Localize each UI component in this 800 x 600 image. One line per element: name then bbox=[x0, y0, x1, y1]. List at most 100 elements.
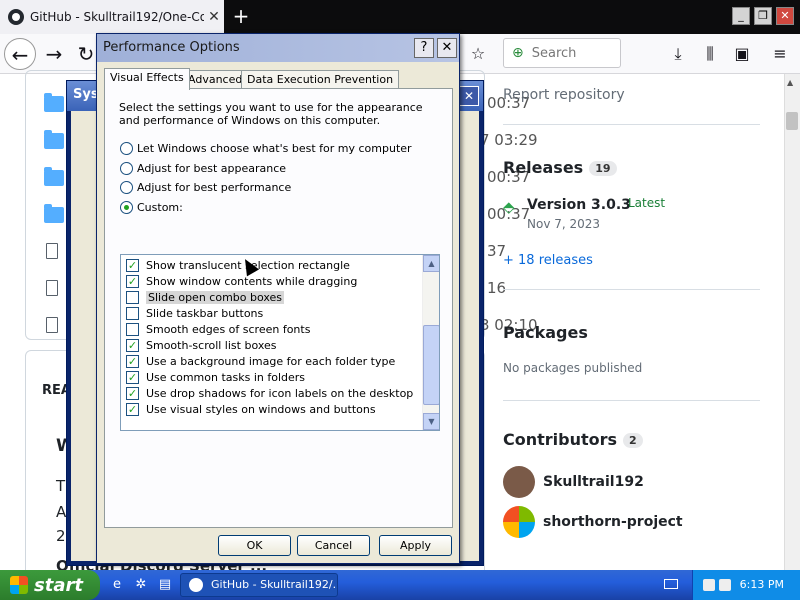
effect-item[interactable]: ✓ Use visual styles on windows and button… bbox=[126, 401, 376, 417]
checkbox-unchecked[interactable] bbox=[126, 306, 139, 320]
page-scrollbar[interactable]: ▲ bbox=[784, 74, 800, 570]
panel-description: Select the settings you want to use for … bbox=[119, 101, 423, 127]
listbox-scrollbar[interactable]: ▲ ▼ bbox=[422, 255, 439, 430]
taskbar-task-github[interactable]: GitHub - Skulltrail192/... bbox=[180, 573, 338, 597]
tab-title: GitHub - Skulltrail192/One-Core-API bbox=[30, 10, 204, 24]
library-icon[interactable]: ⫼ bbox=[698, 42, 722, 66]
checkbox-checked[interactable]: ✓ bbox=[126, 402, 139, 416]
checkbox-checked[interactable]: ✓ bbox=[126, 386, 139, 400]
avatar[interactable] bbox=[503, 466, 535, 498]
minimize-button[interactable]: _ bbox=[732, 7, 750, 25]
checkbox-checked[interactable]: ✓ bbox=[126, 258, 139, 272]
menu-icon[interactable]: ≡ bbox=[768, 42, 792, 66]
help-button[interactable]: ? bbox=[414, 38, 434, 58]
taskbar: start e ✲ ▤ GitHub - Skulltrail192/... 6… bbox=[0, 570, 800, 600]
effect-item[interactable]: ✓ Use drop shadows for icon labels on the… bbox=[126, 385, 413, 401]
divider bbox=[503, 400, 760, 401]
folder-icon bbox=[44, 204, 64, 223]
cancel-button[interactable]: Cancel bbox=[297, 535, 370, 556]
search-box[interactable]: ⊕ Search bbox=[503, 38, 621, 68]
effect-item[interactable]: ✓ Show window contents while dragging bbox=[126, 273, 357, 289]
network-icon[interactable] bbox=[703, 579, 715, 591]
start-label: start bbox=[34, 574, 83, 596]
contributors-heading[interactable]: Contributors 2 bbox=[503, 430, 643, 449]
more-releases-link[interactable]: + 18 releases bbox=[503, 253, 593, 268]
dialog-title: Performance Options bbox=[103, 40, 240, 55]
effect-label: Show window contents while dragging bbox=[146, 274, 358, 288]
restore-button[interactable]: ❐ bbox=[754, 7, 772, 25]
tab-close-icon[interactable]: ✕ bbox=[204, 9, 224, 25]
release-name[interactable]: Version 3.0.3 bbox=[527, 197, 631, 213]
radio-best-performance[interactable]: Adjust for best performance bbox=[120, 181, 291, 194]
system-window-close-button[interactable]: ✕ bbox=[459, 86, 479, 106]
keyboard-icon[interactable] bbox=[664, 579, 678, 589]
windows-logo-icon bbox=[10, 576, 28, 594]
checkbox-unchecked[interactable] bbox=[126, 290, 139, 304]
scroll-up-icon[interactable]: ▲ bbox=[787, 78, 797, 87]
contributors-title: Contributors bbox=[503, 430, 618, 449]
scroll-up-icon[interactable]: ▲ bbox=[423, 255, 439, 272]
performance-options-dialog: Performance Options ? ✕ Visual Effects A… bbox=[96, 33, 460, 564]
browser-tab[interactable]: GitHub - Skulltrail192/One-Core-API ✕ bbox=[0, 0, 224, 34]
radio-custom[interactable]: Custom: bbox=[120, 201, 183, 214]
effect-item[interactable]: ✓ Use common tasks in folders bbox=[126, 369, 305, 385]
volume-icon[interactable] bbox=[719, 579, 731, 591]
contributor-name[interactable]: shorthorn-project bbox=[543, 514, 683, 530]
new-tab-button[interactable]: + bbox=[228, 4, 254, 30]
checkbox-checked[interactable]: ✓ bbox=[126, 354, 139, 368]
effect-label: Use common tasks in folders bbox=[146, 370, 306, 384]
radio-circle bbox=[120, 181, 133, 194]
release-date: Nov 7, 2023 bbox=[527, 217, 601, 231]
checkbox-checked[interactable]: ✓ bbox=[126, 274, 139, 288]
ie-icon[interactable]: e bbox=[108, 576, 126, 594]
effect-item[interactable]: ✓ Use a background image for each folder … bbox=[126, 353, 395, 369]
contributors-count: 2 bbox=[623, 433, 643, 448]
radio-let-windows-choose[interactable]: Let Windows choose what's best for my co… bbox=[120, 142, 412, 155]
downloads-icon[interactable]: ⤓ bbox=[666, 42, 690, 66]
tab-visual-effects[interactable]: Visual Effects bbox=[104, 68, 190, 90]
dialog-titlebar[interactable]: Performance Options ? ✕ bbox=[97, 34, 459, 62]
latest-badge: Latest bbox=[628, 196, 666, 210]
start-button[interactable]: start bbox=[0, 570, 100, 600]
scroll-down-icon[interactable]: ▼ bbox=[423, 413, 439, 430]
effect-item[interactable]: Slide taskbar buttons bbox=[126, 305, 263, 321]
forward-button[interactable]: → bbox=[38, 38, 70, 70]
dialog-close-button[interactable]: ✕ bbox=[437, 38, 457, 58]
ok-button[interactable]: OK bbox=[218, 535, 291, 556]
checkbox-checked[interactable]: ✓ bbox=[126, 338, 139, 352]
close-window-button[interactable]: ✕ bbox=[776, 7, 794, 25]
effect-item[interactable]: ✓ Show translucent selection rectangle bbox=[126, 257, 350, 273]
tab-advanced[interactable]: Advanced bbox=[182, 70, 249, 89]
apply-button[interactable]: Apply bbox=[379, 535, 452, 556]
sidebar-icon[interactable]: ▣ bbox=[730, 42, 754, 66]
back-button[interactable]: ← bbox=[4, 38, 36, 70]
media-icon[interactable]: ▤ bbox=[156, 576, 174, 594]
effect-label: Slide taskbar buttons bbox=[146, 306, 264, 320]
effect-label: Use visual styles on windows and buttons bbox=[146, 402, 376, 416]
scrollbar-thumb[interactable] bbox=[423, 325, 439, 405]
folder-icon bbox=[44, 167, 64, 186]
effect-item[interactable]: Slide open combo boxes bbox=[126, 289, 285, 305]
radio-circle bbox=[120, 142, 133, 155]
quicklaunch-icon[interactable]: ✲ bbox=[132, 576, 150, 594]
radio-circle bbox=[120, 162, 133, 175]
effect-item[interactable]: ✓ Smooth-scroll list boxes bbox=[126, 337, 277, 353]
readme-text: A bbox=[56, 503, 67, 521]
checkbox-checked[interactable]: ✓ bbox=[126, 370, 139, 384]
radio-best-appearance[interactable]: Adjust for best appearance bbox=[120, 162, 286, 175]
tab-data-execution-prevention[interactable]: Data Execution Prevention bbox=[241, 70, 400, 89]
effect-item[interactable]: Smooth edges of screen fonts bbox=[126, 321, 310, 337]
packages-title[interactable]: Packages bbox=[503, 323, 588, 342]
checkbox-unchecked[interactable] bbox=[126, 322, 139, 336]
file-icon bbox=[46, 243, 58, 259]
scrollbar-thumb[interactable] bbox=[786, 112, 798, 130]
avatar[interactable] bbox=[503, 506, 535, 538]
task-label: GitHub - Skulltrail192/... bbox=[211, 578, 338, 591]
effects-listbox[interactable]: ✓ Show translucent selection rectangle ✓ S… bbox=[120, 254, 440, 431]
contributor-name[interactable]: Skulltrail192 bbox=[543, 474, 644, 490]
releases-heading[interactable]: Releases 19 bbox=[503, 158, 617, 177]
bookmark-star-icon[interactable]: ☆ bbox=[466, 42, 490, 66]
report-repository-link[interactable]: Report repository bbox=[503, 87, 625, 103]
clock[interactable]: 6:13 PM bbox=[740, 570, 784, 600]
folder-icon bbox=[44, 130, 64, 149]
